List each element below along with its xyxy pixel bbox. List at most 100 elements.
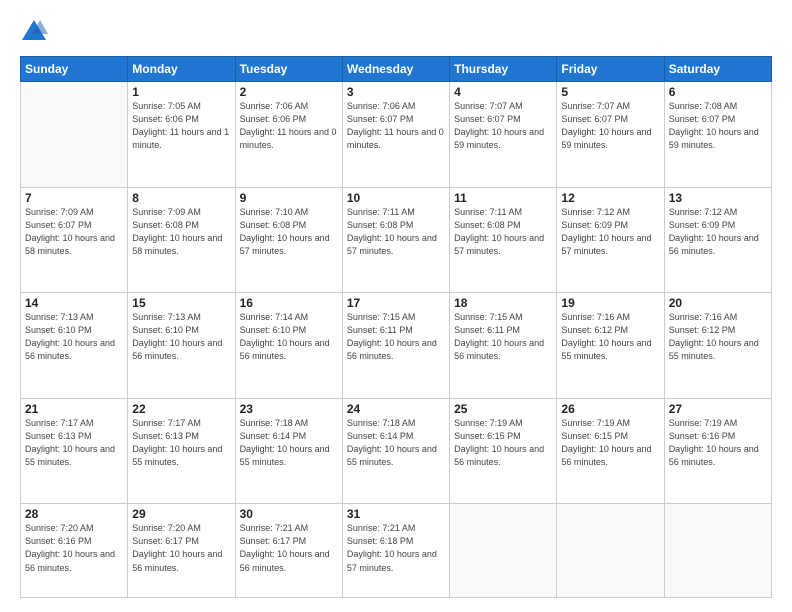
calendar-day-cell: 25Sunrise: 7:19 AMSunset: 6:15 PMDayligh…	[450, 398, 557, 504]
sun-info: Sunrise: 7:14 AMSunset: 6:10 PMDaylight:…	[240, 311, 338, 363]
calendar-day-cell: 9Sunrise: 7:10 AMSunset: 6:08 PMDaylight…	[235, 187, 342, 293]
calendar-day-cell: 13Sunrise: 7:12 AMSunset: 6:09 PMDayligh…	[664, 187, 771, 293]
sun-info: Sunrise: 7:19 AMSunset: 6:16 PMDaylight:…	[669, 417, 767, 469]
calendar-day-cell: 12Sunrise: 7:12 AMSunset: 6:09 PMDayligh…	[557, 187, 664, 293]
sun-info: Sunrise: 7:07 AMSunset: 6:07 PMDaylight:…	[454, 100, 552, 152]
day-number: 22	[132, 402, 230, 416]
calendar-week-row: 14Sunrise: 7:13 AMSunset: 6:10 PMDayligh…	[21, 293, 772, 399]
day-number: 24	[347, 402, 445, 416]
sun-info: Sunrise: 7:20 AMSunset: 6:17 PMDaylight:…	[132, 522, 230, 574]
calendar-day-cell: 7Sunrise: 7:09 AMSunset: 6:07 PMDaylight…	[21, 187, 128, 293]
calendar-header-tuesday: Tuesday	[235, 57, 342, 82]
sun-info: Sunrise: 7:08 AMSunset: 6:07 PMDaylight:…	[669, 100, 767, 152]
day-number: 31	[347, 507, 445, 521]
calendar-day-cell: 15Sunrise: 7:13 AMSunset: 6:10 PMDayligh…	[128, 293, 235, 399]
sun-info: Sunrise: 7:18 AMSunset: 6:14 PMDaylight:…	[240, 417, 338, 469]
calendar-day-cell	[664, 504, 771, 598]
calendar-page: SundayMondayTuesdayWednesdayThursdayFrid…	[0, 0, 792, 612]
day-number: 28	[25, 507, 123, 521]
day-number: 30	[240, 507, 338, 521]
day-number: 1	[132, 85, 230, 99]
calendar-day-cell: 19Sunrise: 7:16 AMSunset: 6:12 PMDayligh…	[557, 293, 664, 399]
day-number: 18	[454, 296, 552, 310]
calendar-day-cell: 3Sunrise: 7:06 AMSunset: 6:07 PMDaylight…	[342, 82, 449, 188]
day-number: 8	[132, 191, 230, 205]
calendar-day-cell: 14Sunrise: 7:13 AMSunset: 6:10 PMDayligh…	[21, 293, 128, 399]
day-number: 25	[454, 402, 552, 416]
sun-info: Sunrise: 7:13 AMSunset: 6:10 PMDaylight:…	[25, 311, 123, 363]
sun-info: Sunrise: 7:16 AMSunset: 6:12 PMDaylight:…	[561, 311, 659, 363]
calendar-day-cell: 23Sunrise: 7:18 AMSunset: 6:14 PMDayligh…	[235, 398, 342, 504]
calendar-day-cell: 16Sunrise: 7:14 AMSunset: 6:10 PMDayligh…	[235, 293, 342, 399]
calendar-day-cell: 5Sunrise: 7:07 AMSunset: 6:07 PMDaylight…	[557, 82, 664, 188]
day-number: 29	[132, 507, 230, 521]
calendar-header-sunday: Sunday	[21, 57, 128, 82]
day-number: 2	[240, 85, 338, 99]
day-number: 7	[25, 191, 123, 205]
sun-info: Sunrise: 7:21 AMSunset: 6:17 PMDaylight:…	[240, 522, 338, 574]
sun-info: Sunrise: 7:15 AMSunset: 6:11 PMDaylight:…	[454, 311, 552, 363]
calendar-day-cell	[557, 504, 664, 598]
sun-info: Sunrise: 7:13 AMSunset: 6:10 PMDaylight:…	[132, 311, 230, 363]
day-number: 21	[25, 402, 123, 416]
calendar-week-row: 21Sunrise: 7:17 AMSunset: 6:13 PMDayligh…	[21, 398, 772, 504]
sun-info: Sunrise: 7:09 AMSunset: 6:07 PMDaylight:…	[25, 206, 123, 258]
day-number: 6	[669, 85, 767, 99]
calendar-week-row: 28Sunrise: 7:20 AMSunset: 6:16 PMDayligh…	[21, 504, 772, 598]
day-number: 13	[669, 191, 767, 205]
calendar-day-cell: 18Sunrise: 7:15 AMSunset: 6:11 PMDayligh…	[450, 293, 557, 399]
logo	[20, 18, 52, 46]
day-number: 14	[25, 296, 123, 310]
day-number: 4	[454, 85, 552, 99]
calendar-day-cell: 17Sunrise: 7:15 AMSunset: 6:11 PMDayligh…	[342, 293, 449, 399]
day-number: 5	[561, 85, 659, 99]
day-number: 10	[347, 191, 445, 205]
calendar-day-cell: 24Sunrise: 7:18 AMSunset: 6:14 PMDayligh…	[342, 398, 449, 504]
calendar-day-cell: 29Sunrise: 7:20 AMSunset: 6:17 PMDayligh…	[128, 504, 235, 598]
calendar-day-cell: 31Sunrise: 7:21 AMSunset: 6:18 PMDayligh…	[342, 504, 449, 598]
day-number: 16	[240, 296, 338, 310]
day-number: 11	[454, 191, 552, 205]
calendar-day-cell: 27Sunrise: 7:19 AMSunset: 6:16 PMDayligh…	[664, 398, 771, 504]
day-number: 27	[669, 402, 767, 416]
sun-info: Sunrise: 7:12 AMSunset: 6:09 PMDaylight:…	[669, 206, 767, 258]
sun-info: Sunrise: 7:10 AMSunset: 6:08 PMDaylight:…	[240, 206, 338, 258]
sun-info: Sunrise: 7:16 AMSunset: 6:12 PMDaylight:…	[669, 311, 767, 363]
calendar-day-cell: 1Sunrise: 7:05 AMSunset: 6:06 PMDaylight…	[128, 82, 235, 188]
sun-info: Sunrise: 7:18 AMSunset: 6:14 PMDaylight:…	[347, 417, 445, 469]
sun-info: Sunrise: 7:21 AMSunset: 6:18 PMDaylight:…	[347, 522, 445, 574]
day-number: 26	[561, 402, 659, 416]
sun-info: Sunrise: 7:12 AMSunset: 6:09 PMDaylight:…	[561, 206, 659, 258]
calendar-day-cell: 2Sunrise: 7:06 AMSunset: 6:06 PMDaylight…	[235, 82, 342, 188]
day-number: 17	[347, 296, 445, 310]
calendar-day-cell: 6Sunrise: 7:08 AMSunset: 6:07 PMDaylight…	[664, 82, 771, 188]
sun-info: Sunrise: 7:15 AMSunset: 6:11 PMDaylight:…	[347, 311, 445, 363]
calendar-header-thursday: Thursday	[450, 57, 557, 82]
calendar-day-cell	[21, 82, 128, 188]
calendar-day-cell: 28Sunrise: 7:20 AMSunset: 6:16 PMDayligh…	[21, 504, 128, 598]
calendar-header-monday: Monday	[128, 57, 235, 82]
day-number: 3	[347, 85, 445, 99]
sun-info: Sunrise: 7:11 AMSunset: 6:08 PMDaylight:…	[347, 206, 445, 258]
day-number: 23	[240, 402, 338, 416]
calendar-header-row: SundayMondayTuesdayWednesdayThursdayFrid…	[21, 57, 772, 82]
calendar-day-cell: 22Sunrise: 7:17 AMSunset: 6:13 PMDayligh…	[128, 398, 235, 504]
calendar-day-cell: 21Sunrise: 7:17 AMSunset: 6:13 PMDayligh…	[21, 398, 128, 504]
logo-icon	[20, 18, 48, 46]
sun-info: Sunrise: 7:06 AMSunset: 6:06 PMDaylight:…	[240, 100, 338, 152]
calendar-day-cell: 11Sunrise: 7:11 AMSunset: 6:08 PMDayligh…	[450, 187, 557, 293]
sun-info: Sunrise: 7:17 AMSunset: 6:13 PMDaylight:…	[132, 417, 230, 469]
calendar-table: SundayMondayTuesdayWednesdayThursdayFrid…	[20, 56, 772, 598]
calendar-day-cell: 4Sunrise: 7:07 AMSunset: 6:07 PMDaylight…	[450, 82, 557, 188]
sun-info: Sunrise: 7:17 AMSunset: 6:13 PMDaylight:…	[25, 417, 123, 469]
calendar-day-cell	[450, 504, 557, 598]
calendar-day-cell: 10Sunrise: 7:11 AMSunset: 6:08 PMDayligh…	[342, 187, 449, 293]
sun-info: Sunrise: 7:09 AMSunset: 6:08 PMDaylight:…	[132, 206, 230, 258]
calendar-header-wednesday: Wednesday	[342, 57, 449, 82]
sun-info: Sunrise: 7:19 AMSunset: 6:15 PMDaylight:…	[454, 417, 552, 469]
sun-info: Sunrise: 7:05 AMSunset: 6:06 PMDaylight:…	[132, 100, 230, 152]
calendar-day-cell: 30Sunrise: 7:21 AMSunset: 6:17 PMDayligh…	[235, 504, 342, 598]
calendar-day-cell: 20Sunrise: 7:16 AMSunset: 6:12 PMDayligh…	[664, 293, 771, 399]
day-number: 20	[669, 296, 767, 310]
sun-info: Sunrise: 7:19 AMSunset: 6:15 PMDaylight:…	[561, 417, 659, 469]
